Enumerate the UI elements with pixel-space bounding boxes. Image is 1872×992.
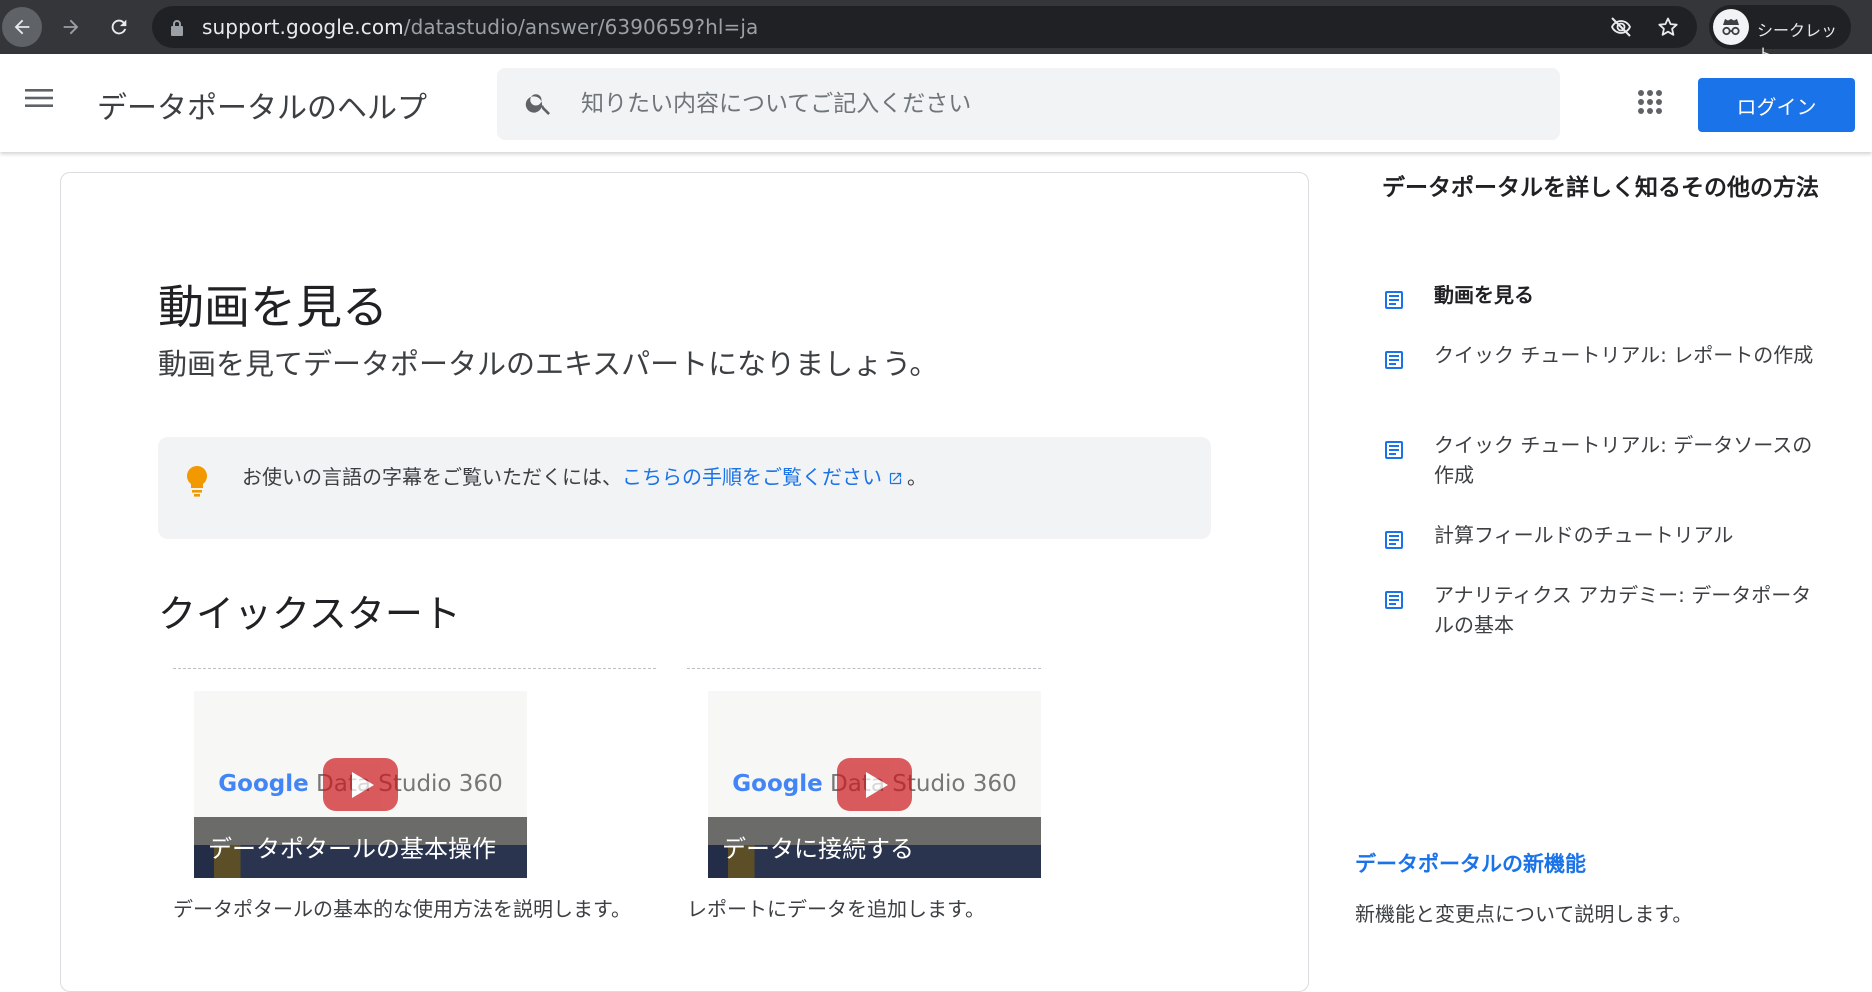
tip-text-after: 。	[907, 465, 927, 489]
page-subtitle: 動画を見てデータポータルのエキスパートになりましょう。	[158, 347, 939, 381]
forward-button[interactable]	[51, 7, 91, 47]
video-description: レポートにデータを追加します。	[687, 897, 985, 921]
browser-toolbar: support.google.com/datastudio/answer/639…	[0, 0, 1872, 64]
apps-grid-icon	[1638, 90, 1662, 114]
reload-button[interactable]	[99, 7, 139, 47]
sidebar-item-label: クイック チュートリアル: データソースの作成	[1434, 433, 1813, 487]
search-icon[interactable]	[524, 88, 554, 118]
tip-callout: お使いの言語の字幕をご覧いただくには、こちらの手順をご覧ください 。	[158, 437, 1211, 539]
arrow-left-icon	[14, 19, 30, 35]
sidebar-item-label: アナリティクス アカデミー: データポータルの基本	[1434, 583, 1812, 637]
incognito-icon	[1722, 19, 1740, 36]
google-apps-button[interactable]	[1632, 84, 1668, 124]
arrow-right-icon	[63, 19, 79, 35]
play-icon[interactable]	[323, 758, 398, 811]
video-thumbnail[interactable]: Google Data Studio 360 データに接続する	[708, 691, 1041, 878]
whats-new-link[interactable]: データポータルの新機能	[1355, 848, 1586, 878]
video-divider	[173, 668, 656, 669]
main-menu-button[interactable]	[24, 86, 54, 114]
sidebar-heading: データポータルを詳しく知るその他の方法	[1382, 175, 1819, 201]
lock-icon[interactable]	[170, 19, 184, 36]
video-divider	[687, 668, 1041, 669]
address-bar[interactable]: support.google.com/datastudio/answer/639…	[152, 6, 1697, 48]
sidebar-item-label: 動画を見る	[1434, 283, 1534, 307]
video-caption: データポタールの基本操作	[194, 817, 527, 878]
video-description: データポタールの基本的な使用方法を説明します。	[173, 897, 631, 921]
tip-text: お使いの言語の字幕をご覧いただくには、こちらの手順をご覧ください 。	[242, 461, 927, 490]
hamburger-menu-icon	[25, 89, 53, 107]
help-center-title[interactable]: データポータルのヘルプ	[97, 83, 427, 127]
lightbulb-icon	[187, 466, 207, 497]
incognito-profile-chip[interactable]: シークレット	[1709, 5, 1851, 64]
reload-icon	[111, 19, 127, 35]
video-caption: データに接続する	[708, 817, 1041, 878]
document-icon	[1385, 531, 1403, 549]
brand-google: Google	[732, 771, 823, 797]
incognito-avatar	[1713, 9, 1749, 45]
help-search-box[interactable]	[497, 68, 1560, 140]
document-icon	[1385, 591, 1403, 609]
help-search-input[interactable]	[581, 80, 1521, 128]
tip-text-before: お使いの言語の字幕をご覧いただくには、	[242, 465, 622, 489]
url-path: /datastudio/answer/6390659?hl=ja	[403, 15, 759, 39]
document-icon	[1385, 351, 1403, 369]
brand-google: Google	[218, 771, 309, 797]
play-icon[interactable]	[837, 758, 912, 811]
page-title: 動画を見る	[158, 280, 388, 334]
sidebar-item-label: クイック チュートリアル: レポートの作成	[1434, 343, 1814, 367]
url-text[interactable]: support.google.com/datastudio/answer/639…	[202, 15, 758, 39]
external-link-icon[interactable]	[888, 471, 903, 486]
star-icon[interactable]	[1656, 15, 1680, 39]
eye-off-icon[interactable]	[1609, 15, 1633, 39]
document-icon	[1385, 441, 1403, 459]
video-thumbnail[interactable]: Google Data Studio 360 データポタールの基本操作	[194, 691, 527, 878]
quickstart-heading: クイックスタート	[158, 592, 461, 636]
sidebar-item-label: 計算フィールドのチュートリアル	[1434, 523, 1734, 547]
document-icon	[1385, 291, 1403, 309]
back-button[interactable]	[2, 7, 42, 47]
login-button[interactable]: ログイン	[1698, 78, 1855, 132]
url-host: support.google.com	[202, 15, 404, 39]
whats-new-description: 新機能と変更点について説明します。	[1355, 902, 1693, 926]
help-center-header: データポータルのヘルプ ログイン	[0, 54, 1872, 152]
article-card: 動画を見る 動画を見てデータポータルのエキスパートになりましょう。 お使いの言語…	[60, 172, 1309, 992]
subtitle-instructions-link[interactable]: こちらの手順をご覧ください	[622, 465, 882, 489]
